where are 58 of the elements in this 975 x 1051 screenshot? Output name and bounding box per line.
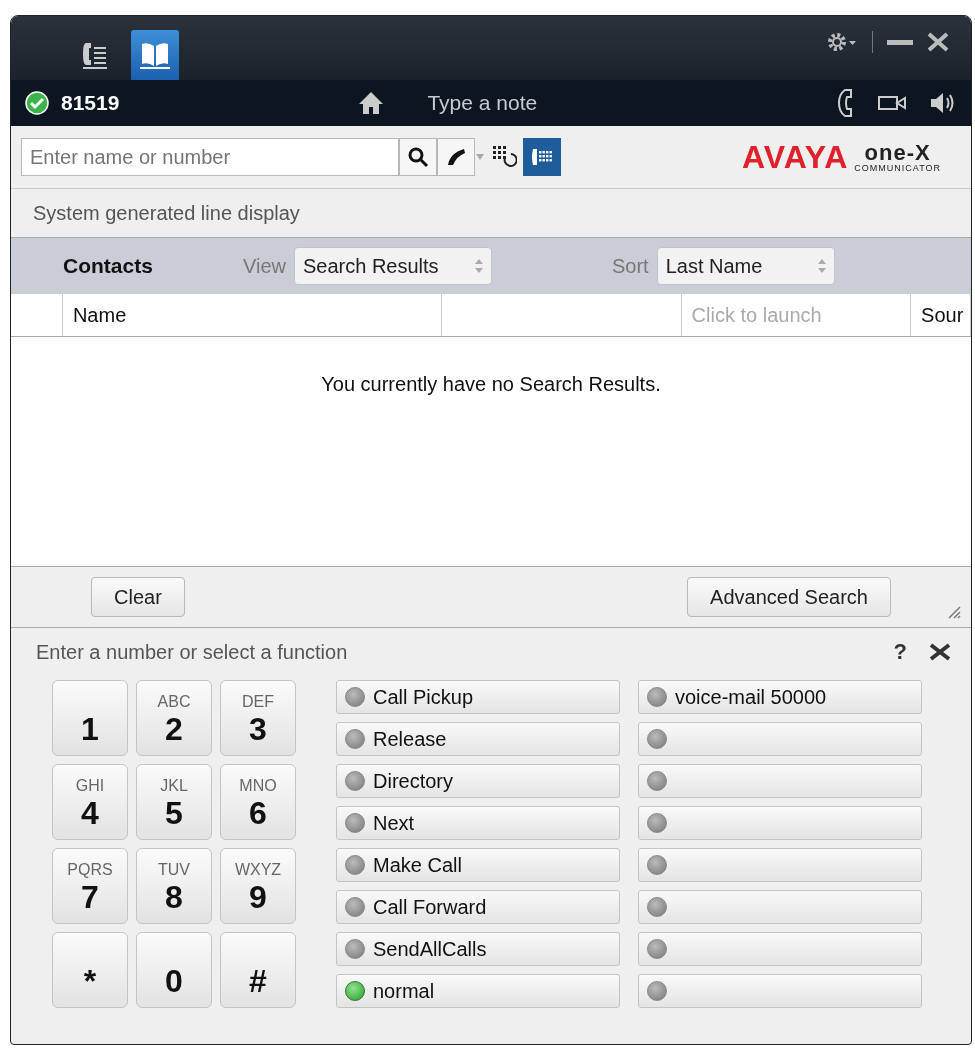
brand-logo: AVAYA — [741, 138, 849, 176]
settings-icon[interactable] — [826, 30, 858, 54]
contacts-title: Contacts — [63, 254, 154, 278]
dial-key[interactable]: MNO 6 — [220, 764, 296, 840]
line-display-text: System generated line display — [33, 201, 300, 225]
product-logo: one-X — [864, 141, 931, 164]
view-select[interactable]: Search Results — [294, 247, 492, 285]
dial-key[interactable]: WXYZ 9 — [220, 848, 296, 924]
extension-number: 81519 — [61, 91, 120, 115]
dial-key[interactable]: TUV 8 — [136, 848, 212, 924]
search-field[interactable]: Enter name or number — [21, 138, 399, 176]
feature-button[interactable]: SendAllCalls — [336, 932, 620, 966]
dial-key[interactable]: ABC 2 — [136, 680, 212, 756]
call-button[interactable] — [437, 138, 475, 176]
column-header[interactable]: Name — [62, 294, 443, 336]
dial-key[interactable]: * — [52, 932, 128, 1008]
feature-button[interactable]: Make Call — [336, 848, 620, 882]
sort-label: Sort — [612, 254, 649, 278]
mode-button[interactable] — [523, 138, 561, 176]
video-camera-icon[interactable] — [877, 93, 907, 113]
call-log-icon — [80, 40, 110, 70]
dialpad-redial-icon — [491, 144, 517, 170]
dial-key[interactable]: 0 — [136, 932, 212, 1008]
feature-button[interactable]: Next — [336, 806, 620, 840]
nav-tab[interactable] — [131, 30, 179, 80]
minimize-icon[interactable] — [887, 38, 913, 46]
empty-message: You currently have no Search Results. — [321, 373, 661, 397]
search-icon — [407, 146, 429, 168]
check-circle-icon[interactable] — [25, 91, 49, 115]
clear-button[interactable]: Clear — [91, 577, 185, 617]
sort-select[interactable]: Last Name — [656, 247, 835, 285]
dial-key[interactable]: 1 — [52, 680, 128, 756]
dial-key[interactable]: # — [220, 932, 296, 1008]
feature-button[interactable]: voice-mail 50000 — [638, 680, 922, 714]
spinner-arrows-icon — [475, 259, 483, 273]
column-header[interactable]: Sour — [911, 294, 971, 336]
help-button[interactable]: ? — [893, 639, 907, 665]
advanced-search-button[interactable]: Advanced Search — [687, 577, 891, 617]
search-button[interactable] — [399, 138, 437, 176]
dial-key[interactable]: PQRS 7 — [52, 848, 128, 924]
handset-icon[interactable] — [837, 88, 855, 118]
feature-button[interactable]: Call Pickup — [336, 680, 620, 714]
note-field[interactable]: Type a note — [427, 91, 538, 115]
feature-button[interactable]: normal — [336, 974, 620, 1008]
spinner-arrows-icon — [817, 259, 826, 273]
home-icon[interactable] — [357, 90, 386, 116]
view-label: View — [243, 254, 286, 278]
close-icon[interactable] — [927, 32, 949, 52]
dial-key[interactable]: JKL 5 — [136, 764, 212, 840]
feature-button[interactable]: Release — [336, 722, 620, 756]
close-icon — [929, 643, 951, 661]
dial-key[interactable]: DEF 3 — [220, 680, 296, 756]
close-button[interactable] — [929, 643, 951, 661]
dial-key[interactable]: GHI 4 — [52, 764, 128, 840]
product-subtitle: COMMUNICATOR — [854, 163, 941, 173]
feature-button[interactable]: Call Forward — [336, 890, 620, 924]
feature-button[interactable]: Directory — [336, 764, 620, 798]
dialpad-prompt: Enter a number or select a function — [36, 640, 348, 664]
